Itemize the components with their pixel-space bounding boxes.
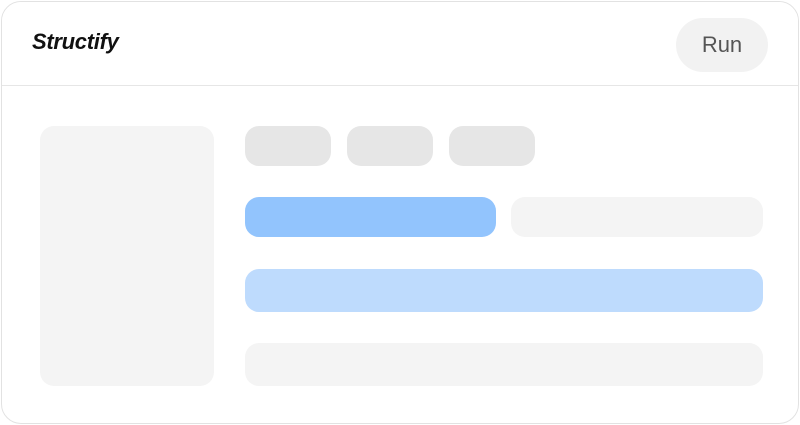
wide-bar-placeholder — [245, 269, 763, 312]
chip-placeholder-3 — [449, 126, 535, 166]
sidebar-placeholder — [40, 126, 214, 386]
run-button[interactable]: Run — [676, 18, 768, 72]
primary-bar-placeholder — [245, 197, 496, 237]
secondary-bar-placeholder — [511, 197, 763, 237]
chip-placeholder-2 — [347, 126, 433, 166]
brand-logo: Structify — [32, 29, 119, 54]
header-bar: Structify Run — [2, 2, 798, 86]
app-window: Structify Run — [1, 1, 799, 424]
chip-placeholder-1 — [245, 126, 331, 166]
bottom-bar-placeholder — [245, 343, 763, 386]
